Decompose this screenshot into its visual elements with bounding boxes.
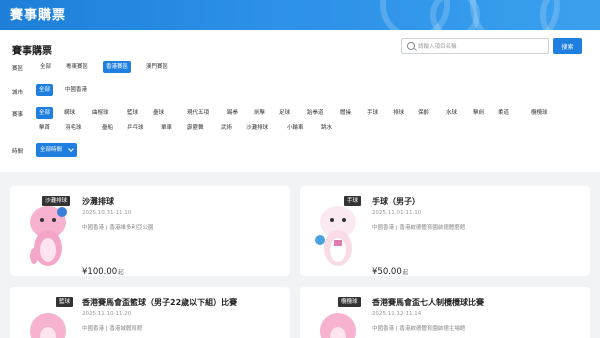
region-option-east[interactable]: 粵東賽區 bbox=[63, 61, 91, 73]
region-option-hk[interactable]: 香港賽區 bbox=[103, 61, 132, 73]
event-card[interactable]: 欖欖球 香港賽馬會盃七人制欖欖球比賽 2025.11.12-11.14 中國香港… bbox=[300, 287, 590, 338]
event-option[interactable]: 跆拳道 bbox=[304, 107, 327, 119]
event-date: 2025.11.01-11.10 bbox=[372, 210, 422, 216]
event-option[interactable]: 羽毛球 bbox=[62, 122, 85, 134]
event-card[interactable]: 沙灘排球 沙灘排球 2025.10.31-11.10 中國香港 | 香港維多利亞… bbox=[10, 186, 290, 277]
price-unit: 起 bbox=[402, 270, 409, 276]
event-option[interactable]: 籃球 bbox=[124, 107, 141, 119]
time-dropdown-value: 全部時間 bbox=[40, 147, 63, 153]
mascot-image bbox=[30, 206, 67, 266]
search-box[interactable] bbox=[401, 38, 549, 54]
event-option[interactable]: 壘球 bbox=[150, 107, 167, 119]
event-option[interactable]: 單車 bbox=[158, 122, 175, 134]
event-venue: 中國香港 | 香港啟德體育園啟德體藝館 bbox=[372, 225, 466, 231]
event-option[interactable]: 足球 bbox=[276, 107, 293, 119]
event-venue: 中國香港 | 香港城體育館 bbox=[82, 326, 143, 332]
header-banner: 賽事購票 bbox=[0, 0, 600, 30]
sport-tag: 籃球 bbox=[56, 297, 74, 307]
banner-decoration bbox=[540, 0, 600, 30]
event-option[interactable]: 霹靂舞 bbox=[184, 122, 207, 134]
event-venue: 中國香港 | 香港維多利亞公園 bbox=[82, 225, 154, 231]
city-label: 城市 bbox=[12, 90, 24, 96]
header-title: 賽事購票 bbox=[10, 8, 67, 23]
event-card[interactable]: 籃球 香港賽馬會盃籃球（男子22歲以下組）比賽 2025.11.10-11.20… bbox=[10, 287, 290, 338]
price-unit: 起 bbox=[118, 270, 124, 276]
filter-panel: 賽事購票 搜索 賽區 全部 粵東賽區 香港賽區 澳門賽區 城市 全部 中國香港 … bbox=[0, 30, 600, 172]
event-option[interactable]: 現代五項 bbox=[184, 107, 212, 119]
event-name: 香港賽馬會盃七人制欖欖球比賽 bbox=[372, 298, 484, 307]
event-option[interactable]: 排球 bbox=[390, 107, 407, 119]
chevron-down-icon bbox=[68, 146, 74, 152]
event-name: 手球（男子） bbox=[372, 197, 420, 206]
time-label: 時間 bbox=[12, 149, 24, 155]
event-venue: 中國香港 | 香港啟德體育園啟德主場館 bbox=[372, 326, 466, 332]
page-title: 賽事購票 bbox=[12, 46, 52, 57]
event-price: ¥50.00起 bbox=[372, 267, 408, 277]
event-option[interactable]: 手球 bbox=[364, 107, 381, 119]
region-label: 賽區 bbox=[12, 66, 24, 72]
search-icon bbox=[407, 42, 415, 50]
event-option[interactable]: 欖欖球 bbox=[528, 107, 551, 119]
event-name: 香港賽馬會盃籃球（男子22歲以下組）比賽 bbox=[82, 298, 238, 307]
event-card[interactable]: 手球 手球（男子） 2025.11.01-11.10 中國香港 | 香港啟德體育… bbox=[300, 186, 590, 277]
event-label: 賽事 bbox=[12, 112, 24, 118]
city-option-all[interactable]: 全部 bbox=[36, 84, 54, 96]
region-option-macau[interactable]: 澳門賽區 bbox=[143, 61, 171, 73]
event-option[interactable]: 踢拳 bbox=[224, 107, 241, 119]
event-option[interactable]: 武術 bbox=[218, 122, 235, 134]
event-date: 2025.11.10-11.20 bbox=[82, 311, 132, 317]
search-button[interactable]: 搜索 bbox=[553, 38, 582, 54]
event-price: ¥100.00起 bbox=[82, 267, 124, 277]
event-option[interactable]: 劍擊 bbox=[251, 107, 268, 119]
event-option[interactable]: 網球 bbox=[61, 107, 78, 119]
region-option-all[interactable]: 全部 bbox=[37, 61, 54, 73]
event-option[interactable]: 擊劍 bbox=[470, 107, 487, 119]
sport-tag: 欖欖球 bbox=[338, 297, 361, 307]
event-option[interactable]: 柔道 bbox=[495, 107, 512, 119]
mascot-image bbox=[315, 206, 356, 266]
price-value: ¥50.00 bbox=[372, 267, 402, 277]
event-date: 2025.11.12-11.14 bbox=[372, 311, 422, 317]
event-option[interactable]: 壘船 bbox=[99, 122, 116, 134]
sport-tag: 手球 bbox=[344, 196, 362, 206]
event-option[interactable]: 體操 bbox=[337, 107, 354, 119]
event-option[interactable]: 小輪車 bbox=[284, 122, 307, 134]
event-option[interactable]: 乒乓球 bbox=[124, 122, 147, 134]
event-option[interactable]: 沙灘排球 bbox=[243, 122, 271, 134]
search-input[interactable] bbox=[418, 41, 543, 52]
event-option[interactable]: 跳水 bbox=[318, 122, 335, 134]
sport-tag: 沙灘排球 bbox=[42, 196, 71, 206]
price-value: ¥100.00 bbox=[82, 267, 118, 277]
event-option[interactable]: 全部 bbox=[36, 107, 54, 119]
event-option[interactable]: 保齡 bbox=[415, 107, 432, 119]
event-option[interactable]: 水球 bbox=[443, 107, 460, 119]
event-option[interactable]: 擊首 bbox=[36, 122, 53, 134]
time-dropdown[interactable]: 全部時間 bbox=[36, 143, 77, 157]
city-option-hk[interactable]: 中國香港 bbox=[62, 84, 90, 96]
event-date: 2025.10.31-11.10 bbox=[82, 210, 132, 216]
event-name: 沙灘排球 bbox=[82, 197, 114, 206]
event-option[interactable]: 曲棍球 bbox=[89, 107, 112, 119]
